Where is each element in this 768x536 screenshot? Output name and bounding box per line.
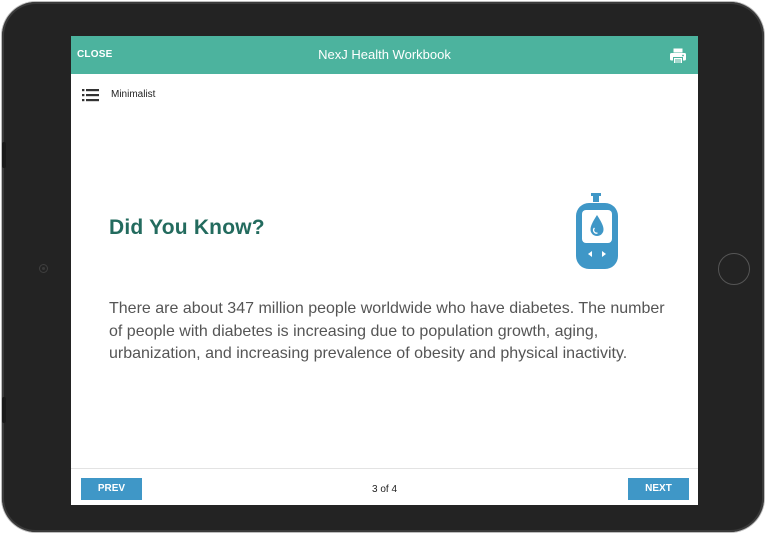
side-button xyxy=(2,142,6,168)
app-header: CLOSE NexJ Health Workbook xyxy=(71,36,698,74)
content-body: There are about 347 million people world… xyxy=(109,300,665,362)
print-icon[interactable] xyxy=(669,47,687,65)
app-title: NexJ Health Workbook xyxy=(318,47,451,62)
front-camera xyxy=(39,264,48,273)
tablet-frame: CLOSE NexJ Health Workbook Minimalist Di… xyxy=(2,2,764,532)
list-menu-icon[interactable] xyxy=(82,88,99,102)
theme-label[interactable]: Minimalist xyxy=(111,89,155,100)
home-button[interactable] xyxy=(718,253,750,285)
app-screen: CLOSE NexJ Health Workbook Minimalist Di… xyxy=(71,36,698,505)
toolbar: Minimalist xyxy=(71,74,698,110)
glucose-meter-icon xyxy=(576,193,618,269)
content-title: Did You Know? xyxy=(109,216,265,239)
footer-nav: PREV 3 of 4 NEXT xyxy=(71,468,698,505)
next-button[interactable]: NEXT xyxy=(628,478,689,500)
side-button xyxy=(2,397,6,423)
page-indicator: 3 of 4 xyxy=(371,484,398,495)
